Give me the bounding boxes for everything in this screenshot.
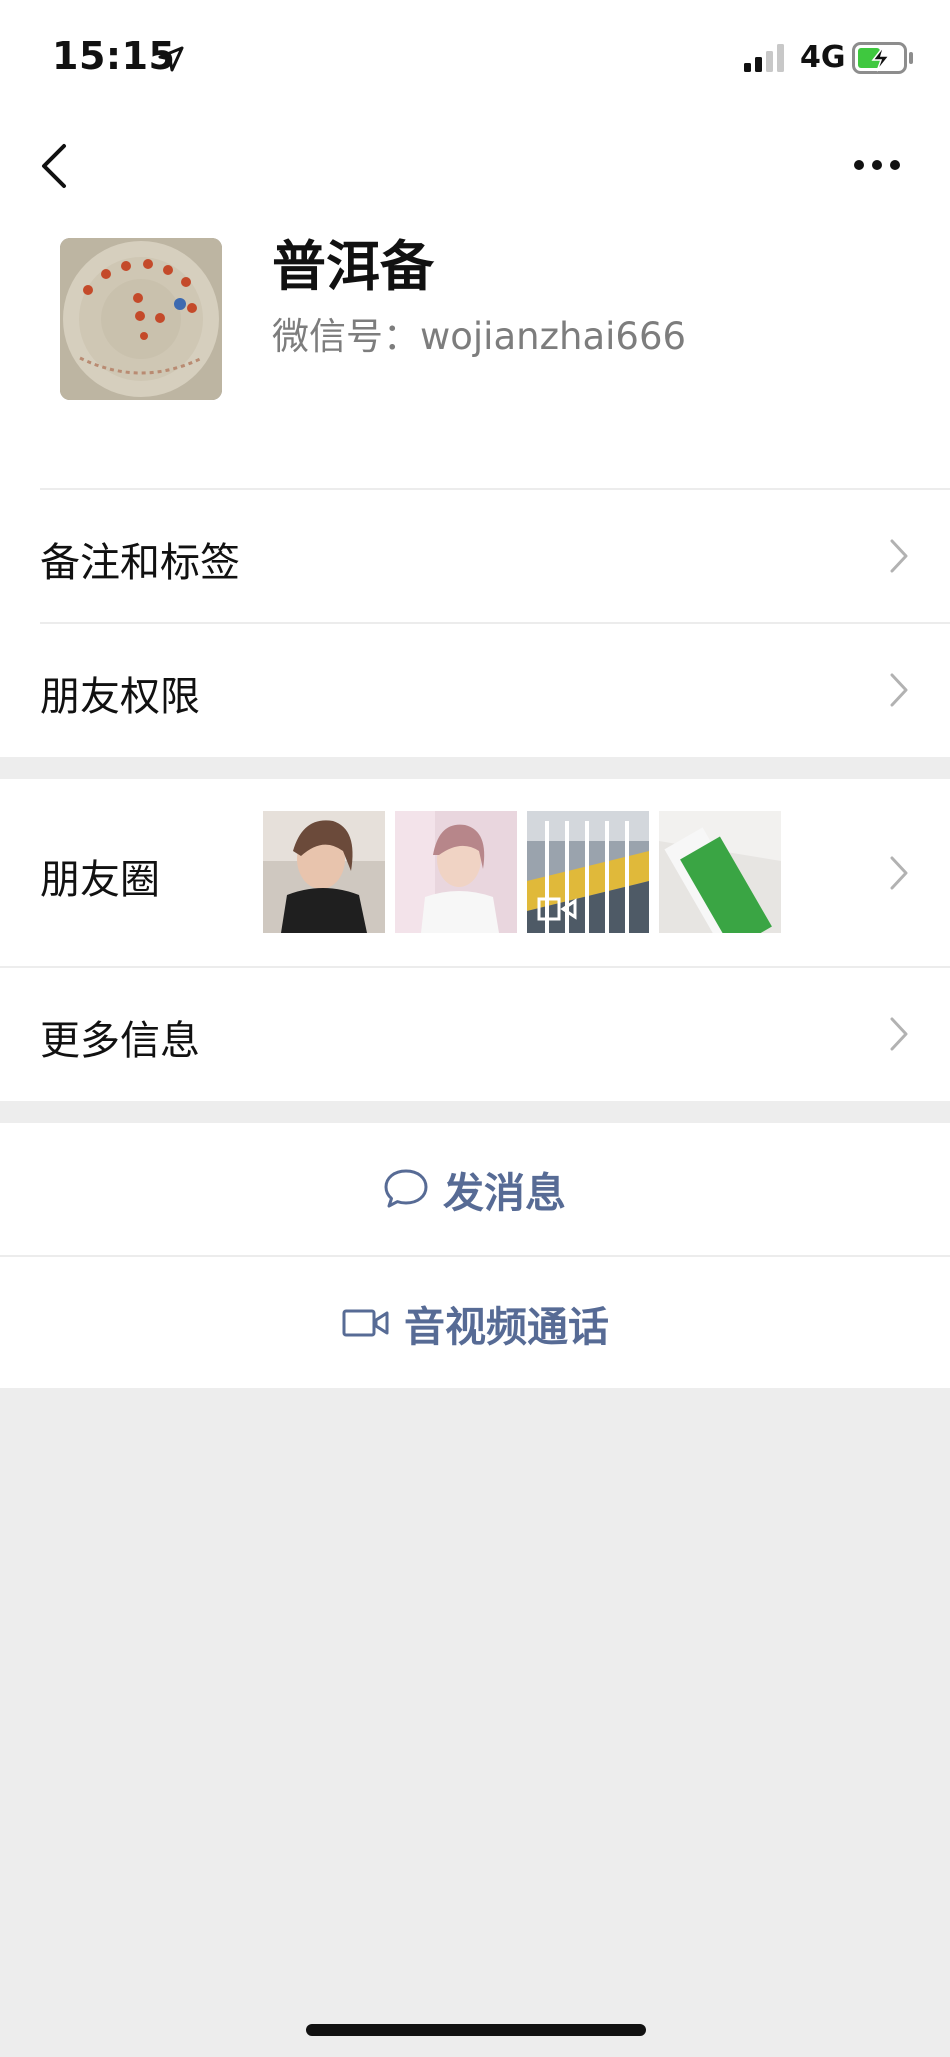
section-gap: [0, 757, 950, 779]
wechat-id-label: 微信号：: [272, 315, 420, 358]
moments-label: 朋友圈: [40, 857, 160, 903]
more-info-row[interactable]: 更多信息: [0, 968, 950, 1101]
moments-thumbnail[interactable]: [395, 811, 517, 933]
send-message-label: 发消息: [443, 1169, 566, 1217]
moments-thumbnail[interactable]: [527, 811, 649, 933]
network-type: 4G: [800, 40, 846, 75]
status-time: 15:15: [52, 34, 176, 78]
video-camera-icon: [342, 1309, 389, 1337]
avatar[interactable]: [60, 238, 222, 400]
chevron-right-icon: [890, 539, 908, 573]
back-icon[interactable]: [36, 140, 72, 192]
section-gap: [0, 1101, 950, 1123]
contact-profile-screen: 15:15 4G 普洱备 微信号：wojianzhai666 备注和标签 朋友权…: [0, 0, 950, 2057]
chevron-right-icon: [890, 856, 908, 890]
chat-bubble-icon: [384, 1169, 428, 1208]
pu-erh-tea-cake-image: [60, 238, 222, 400]
signal-icon: [744, 44, 784, 72]
remarks-tags-label: 备注和标签: [40, 540, 240, 586]
status-bar: 15:15 4G: [0, 0, 950, 110]
more-info-label: 更多信息: [40, 1018, 200, 1064]
location-arrow-icon: [158, 46, 184, 72]
chevron-right-icon: [890, 673, 908, 707]
moments-thumbnail[interactable]: [263, 811, 385, 933]
wechat-id: 微信号：wojianzhai666: [272, 306, 686, 360]
video-call-button[interactable]: 音视频通话: [0, 1257, 950, 1388]
moments-thumbnail[interactable]: [659, 811, 781, 933]
remarks-tags-row[interactable]: 备注和标签: [0, 490, 950, 622]
friend-permissions-row[interactable]: 朋友权限: [0, 624, 950, 757]
battery-charging-icon: [852, 42, 913, 74]
chevron-right-icon: [890, 1017, 908, 1051]
wechat-id-value: wojianzhai666: [420, 315, 687, 358]
friend-permissions-label: 朋友权限: [40, 674, 200, 720]
send-message-button[interactable]: 发消息: [0, 1123, 950, 1255]
contact-name: 普洱备: [272, 235, 434, 298]
home-indicator[interactable]: [306, 2024, 646, 2036]
more-icon[interactable]: [852, 158, 902, 172]
video-call-label: 音视频通话: [404, 1303, 609, 1351]
